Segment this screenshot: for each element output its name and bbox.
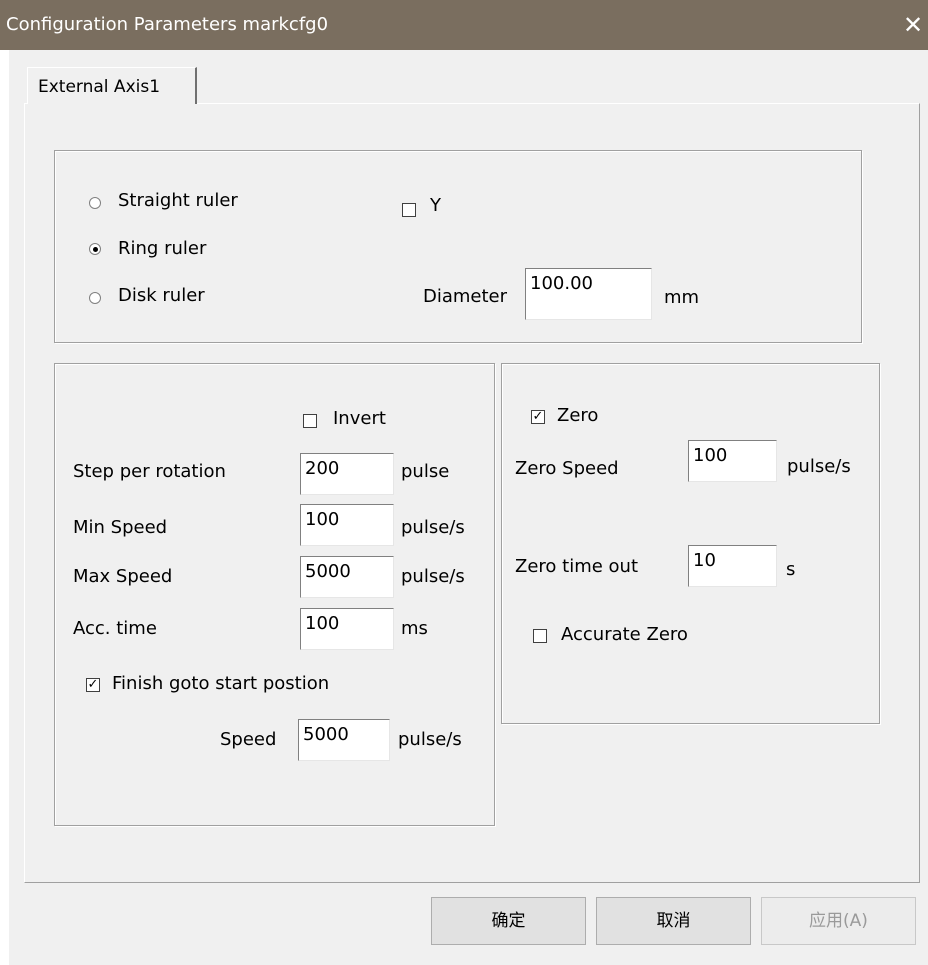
acc-time-unit: ms — [401, 618, 428, 639]
tab-external-axis1[interactable]: External Axis1 — [27, 67, 197, 104]
accurate-zero-label[interactable]: Accurate Zero — [561, 624, 688, 645]
finish-goto-start-checkbox[interactable]: ✓ — [86, 678, 100, 692]
accurate-zero-checkbox[interactable] — [533, 629, 547, 643]
title-bar: Configuration Parameters markcfg0 ✕ — [0, 0, 928, 50]
disk-ruler-radio[interactable] — [89, 292, 101, 304]
ring-ruler-label[interactable]: Ring ruler — [118, 238, 206, 259]
y-checkbox-label[interactable]: Y — [430, 195, 441, 216]
min-speed-input[interactable]: 100 — [300, 504, 394, 546]
zero-speed-input[interactable]: 100 — [688, 440, 777, 482]
max-speed-input[interactable]: 5000 — [300, 556, 394, 598]
max-speed-label: Max Speed — [73, 566, 173, 587]
step-per-rotation-input[interactable]: 200 — [300, 453, 394, 495]
window-title: Configuration Parameters markcfg0 — [6, 14, 329, 35]
acc-time-input[interactable]: 100 — [300, 608, 394, 650]
finish-goto-start-label[interactable]: Finish goto start postion — [112, 673, 329, 694]
min-speed-unit: pulse/s — [401, 517, 465, 538]
step-per-rotation-label: Step per rotation — [73, 461, 226, 482]
invert-label[interactable]: Invert — [333, 408, 386, 429]
apply-button[interactable]: 应用(A) — [761, 897, 916, 945]
zero-timeout-unit: s — [786, 559, 796, 580]
zero-speed-unit: pulse/s — [787, 456, 851, 477]
close-icon[interactable]: ✕ — [898, 8, 928, 42]
invert-checkbox[interactable] — [303, 414, 317, 428]
acc-time-label: Acc. time — [73, 618, 157, 639]
straight-ruler-radio[interactable] — [89, 197, 101, 209]
max-speed-unit: pulse/s — [401, 566, 465, 587]
min-speed-label: Min Speed — [73, 517, 168, 538]
y-checkbox[interactable] — [402, 203, 416, 217]
step-per-rotation-unit: pulse — [401, 461, 450, 482]
disk-ruler-label[interactable]: Disk ruler — [118, 285, 205, 306]
zero-speed-label: Zero Speed — [515, 458, 619, 479]
zero-checkbox[interactable]: ✓ — [531, 410, 545, 424]
ring-ruler-radio[interactable] — [89, 243, 101, 255]
cancel-button[interactable]: 取消 — [596, 897, 751, 945]
diameter-label: Diameter — [423, 286, 508, 307]
background-strip — [0, 50, 9, 965]
motion-group — [54, 363, 495, 826]
zero-label[interactable]: Zero — [557, 405, 598, 426]
zero-timeout-label: Zero time out — [515, 556, 639, 577]
speed-unit: pulse/s — [398, 729, 462, 750]
speed-label: Speed — [220, 729, 277, 750]
straight-ruler-label[interactable]: Straight ruler — [118, 190, 238, 211]
speed-input[interactable]: 5000 — [298, 719, 390, 761]
ok-button[interactable]: 确定 — [431, 897, 586, 945]
zero-timeout-input[interactable]: 10 — [688, 545, 777, 587]
diameter-input[interactable]: 100.00 — [525, 268, 652, 320]
diameter-unit: mm — [664, 287, 700, 308]
tab-label: External Axis1 — [38, 77, 161, 97]
